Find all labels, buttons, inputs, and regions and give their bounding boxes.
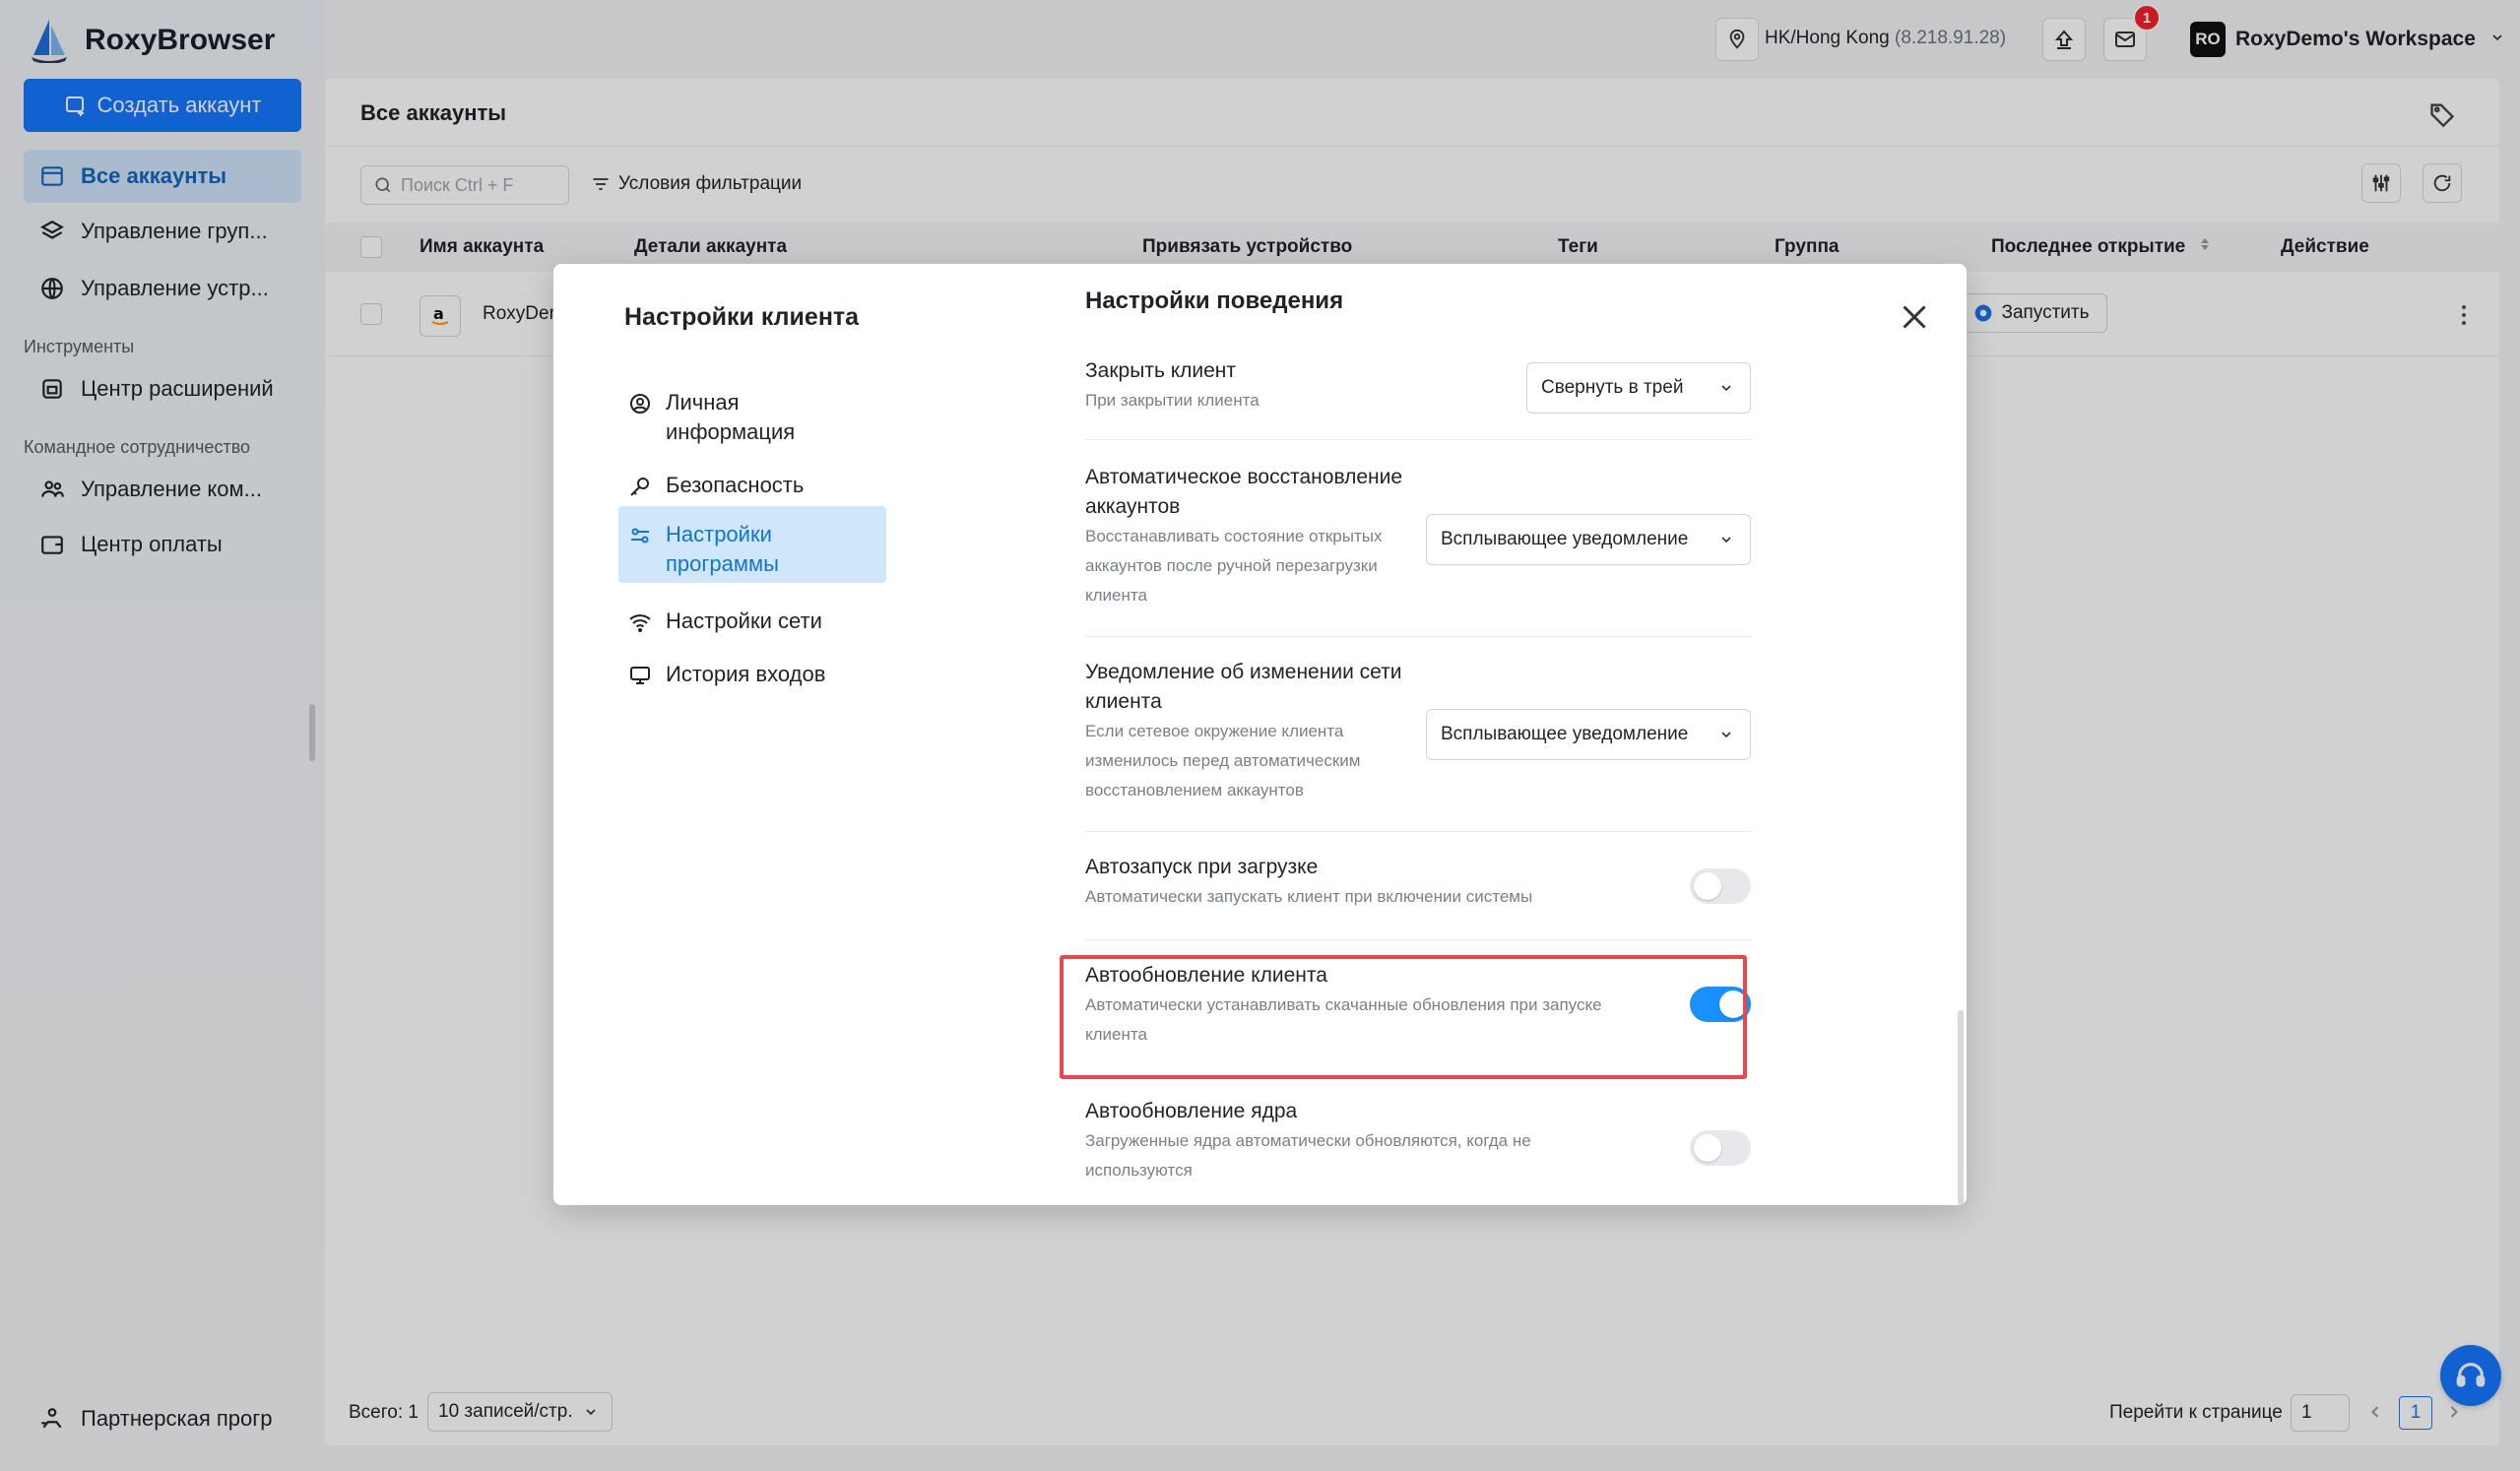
- close-client-select[interactable]: Свернуть в трей: [1526, 362, 1751, 414]
- setting-auto-restore: Автоматическое восстановление аккаунтов …: [1085, 463, 1410, 610]
- settings-nav-login-history[interactable]: История входов: [618, 646, 886, 703]
- close-icon[interactable]: [1897, 299, 1932, 335]
- setting-label: Уведомление об изменении сети клиента: [1085, 661, 1402, 713]
- setting-close-client: Закрыть клиент При закрытии клиента: [1085, 356, 1479, 416]
- settings-nav-label: Настройки сети: [666, 608, 822, 633]
- chevron-down-icon: [1721, 732, 1731, 738]
- setting-description: При закрытии клиента: [1085, 391, 1260, 410]
- divider: [1085, 939, 1751, 940]
- monitor-icon: [630, 667, 650, 684]
- key-icon: [630, 478, 649, 496]
- setting-description: Восстанавливать состояние открытых аккау…: [1085, 527, 1383, 605]
- settings-nav-program[interactable]: Настройки программы: [618, 506, 886, 583]
- setting-label: Автозапуск при загрузке: [1085, 856, 1319, 878]
- setting-description: Загруженные ядра автоматически обновляют…: [1085, 1131, 1531, 1180]
- divider: [1085, 636, 1751, 637]
- select-value: Всплывающее уведомление: [1441, 529, 1689, 549]
- highlight-box: [1060, 955, 1747, 1079]
- client-settings-modal: Настройки клиента Личная информация Безо…: [553, 264, 1967, 1205]
- setting-auto-update-core: Автообновление ядра Загруженные ядра авт…: [1085, 1097, 1637, 1185]
- modal-title: Настройки клиента: [624, 303, 860, 331]
- section-title: Настройки поведения: [1085, 288, 1344, 314]
- divider: [1085, 439, 1751, 440]
- setting-autostart: Автозапуск при загрузке Автоматически за…: [1085, 853, 1637, 912]
- auto-update-core-toggle[interactable]: [1690, 1130, 1751, 1166]
- setting-description: Если сетевое окружение клиента изменилос…: [1085, 722, 1361, 799]
- settings-nav-network[interactable]: Настройки сети: [618, 593, 886, 650]
- select-value: Свернуть в трей: [1541, 377, 1684, 398]
- divider: [1085, 831, 1751, 832]
- settings-nav-label: Безопасность: [666, 473, 805, 497]
- chevron-down-icon: [1721, 537, 1731, 544]
- chevron-down-icon: [1721, 385, 1731, 392]
- auto-restore-select[interactable]: Всплывающее уведомление: [1426, 514, 1751, 565]
- user-circle-icon: [630, 394, 650, 414]
- settings-nav-personal-info[interactable]: Личная информация: [618, 374, 886, 461]
- setting-description: Автоматически запускать клиент при включ…: [1085, 887, 1533, 906]
- wifi-icon: [629, 614, 651, 632]
- setting-label: Автообновление ядра: [1085, 1100, 1298, 1122]
- settings-nav-label: Настройки программы: [666, 522, 779, 576]
- settings-sliders-icon: [631, 528, 649, 544]
- modal-scrollbar[interactable]: [1958, 1010, 1964, 1205]
- autostart-toggle[interactable]: [1690, 868, 1751, 904]
- select-value: Всплывающее уведомление: [1441, 724, 1689, 744]
- setting-label: Автоматическое восстановление аккаунтов: [1085, 466, 1403, 518]
- network-change-select[interactable]: Всплывающее уведомление: [1426, 709, 1751, 760]
- setting-label: Закрыть клиент: [1085, 359, 1237, 382]
- settings-nav-label: История входов: [666, 662, 826, 686]
- settings-nav-label: Личная информация: [666, 390, 796, 444]
- setting-network-change: Уведомление об изменении сети клиента Ес…: [1085, 658, 1410, 805]
